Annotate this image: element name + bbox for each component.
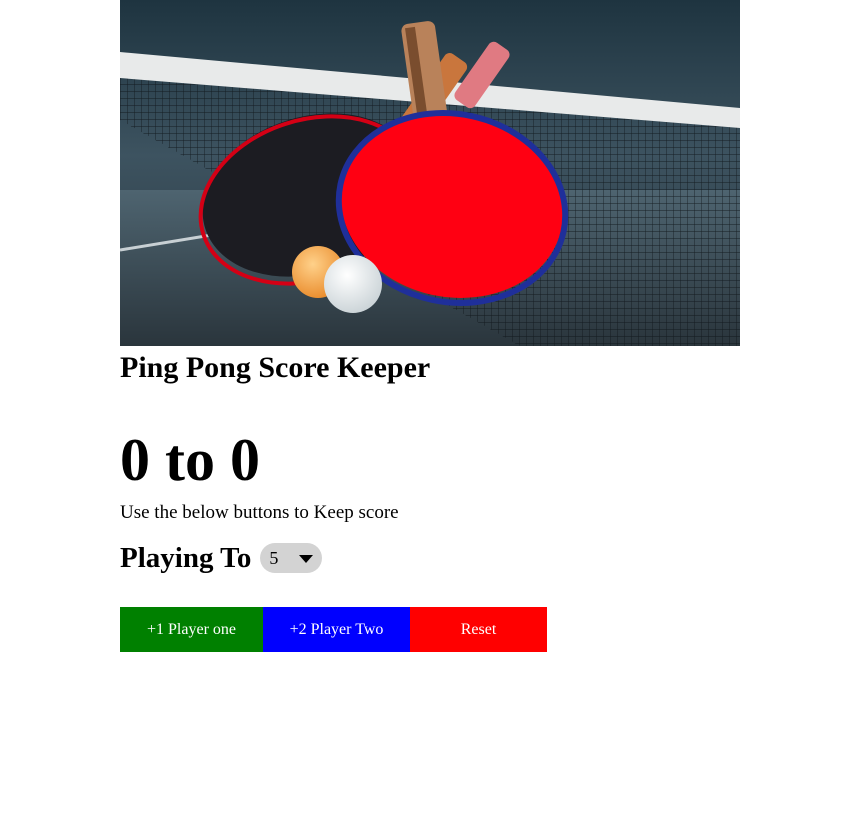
player-one-button[interactable]: +1 Player one <box>120 607 263 652</box>
score-keeper-app: Ping Pong Score Keeper 0 to 0 Use the be… <box>120 0 740 652</box>
hero-image <box>120 0 740 346</box>
playing-to-selected-value: 5 <box>269 547 279 568</box>
page-title: Ping Pong Score Keeper <box>120 351 431 384</box>
reset-button[interactable]: Reset <box>410 607 547 652</box>
playing-to-select[interactable]: 5 <box>260 543 323 573</box>
score-display: 0 to 0 <box>120 430 740 490</box>
player-two-button[interactable]: +2 Player Two <box>263 607 410 652</box>
score-buttons: +1 Player one +2 Player Two Reset <box>120 607 740 652</box>
player-two-score: 0 <box>229 427 260 493</box>
playing-to-row: Playing To 5 <box>120 538 740 578</box>
player-one-score: 0 <box>120 427 150 493</box>
chevron-down-icon <box>299 555 314 563</box>
playing-to-label: Playing To <box>120 542 252 574</box>
score-separator: to <box>165 427 215 493</box>
instructions-text: Use the below buttons to Keep score <box>120 502 399 523</box>
